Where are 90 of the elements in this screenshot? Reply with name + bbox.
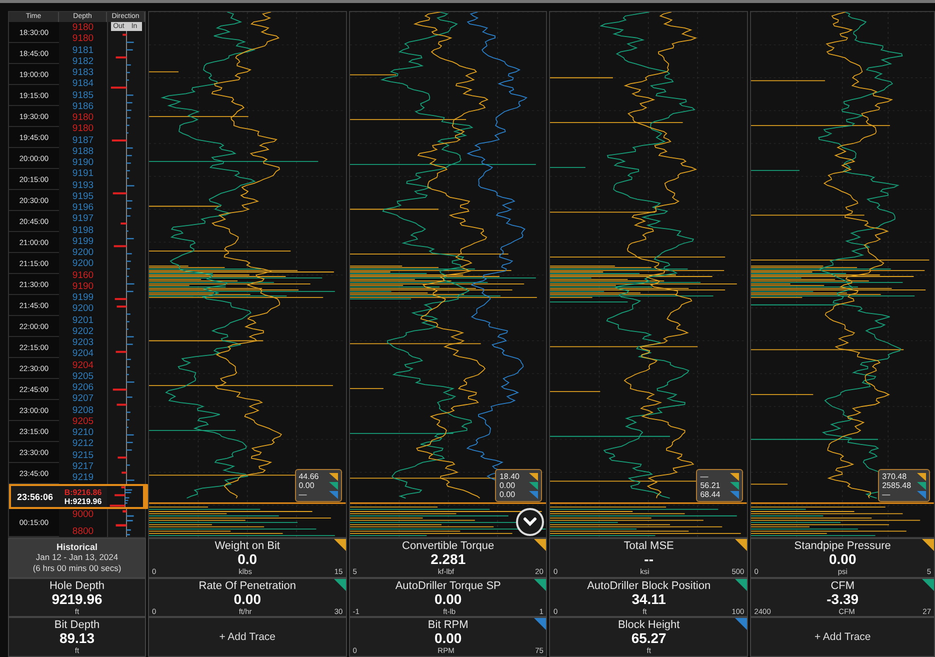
date-range: Jan 12 - Jan 13, 2024 — [36, 552, 118, 563]
chevron-down-icon — [523, 517, 538, 527]
gauge-name: CFM — [830, 580, 855, 592]
depth-label: 9207 — [72, 394, 94, 404]
gauge-value: -- — [644, 552, 654, 567]
readout-value: 89.13 — [59, 631, 95, 646]
duration-text: (6 hrs 00 mins 00 secs) — [32, 562, 122, 574]
readout-name: Bit Depth — [54, 619, 100, 632]
depth-label: 9180 — [72, 34, 94, 44]
readout-value: 9219.96 — [52, 592, 102, 606]
depth-label: 9217 — [72, 462, 94, 472]
depth-label: 9203 — [72, 338, 94, 348]
depth-label: 9204 — [72, 360, 94, 370]
gauge-name: Standpipe Pressure — [794, 540, 891, 552]
depth-label: 9215 — [72, 450, 94, 460]
gauge-value: 34.11 — [632, 592, 666, 606]
depth-cursor[interactable]: 23:56:06 B:9216.86 H:9219.96 — [9, 484, 145, 509]
depth-label: 9180 — [72, 23, 94, 32]
bit-depth-reading: B:9216.86 — [64, 488, 102, 496]
depth-label: 9202 — [72, 326, 94, 336]
gauge-name: Weight on Bit — [214, 540, 280, 552]
legend-value: 44.66 — [298, 472, 320, 481]
gauge-name: Rate Of Penetration — [198, 580, 296, 592]
gauge-value: 0.00 — [434, 592, 462, 606]
gauge-name: AutoDriller Torque SP — [395, 580, 501, 592]
depth-label: 9191 — [72, 169, 94, 179]
depth-label: 9190 — [72, 158, 94, 168]
depth-label: 9183 — [72, 68, 94, 78]
depth-label: 9204 — [72, 349, 94, 359]
depth-label: 9200 — [72, 259, 94, 269]
legend-value: 0.00 — [298, 481, 316, 490]
depth-label: 9180 — [72, 124, 94, 134]
gauge-value: 0.00 — [234, 592, 261, 606]
depth-label: 9186 — [72, 102, 94, 112]
gauge-name: Convertible Torque — [402, 540, 494, 552]
gauge-name: Total MSE — [624, 540, 674, 552]
depth-label: 9205 — [72, 372, 94, 382]
depth-label: 9200 — [72, 248, 94, 258]
gauge-value: 0.00 — [434, 631, 462, 646]
legend-value: 2585.48 — [882, 481, 912, 490]
depth-label: 9187 — [72, 136, 94, 145]
depth-label: 9182 — [72, 56, 94, 66]
depth-label: 9199 — [72, 293, 94, 302]
gauge-value: 0.00 — [828, 552, 856, 567]
legend-value: 0.00 — [499, 490, 516, 499]
depth-label: 9195 — [72, 192, 94, 202]
gauge-value: 65.27 — [631, 631, 666, 646]
depth-label: 9181 — [72, 46, 94, 55]
depth-label: 9180 — [72, 113, 94, 122]
depth-label: 9196 — [72, 203, 94, 212]
depth-label: 9197 — [72, 214, 94, 224]
depth-label: 9205 — [72, 416, 94, 426]
gauge-name: AutoDriller Block Position — [587, 580, 711, 592]
depth-label: 9185 — [72, 90, 94, 100]
depth-label: 9184 — [72, 79, 94, 89]
depth-label: 9201 — [72, 316, 94, 325]
scroll-down-button[interactable] — [516, 508, 544, 536]
gauge-name: Block Height — [618, 619, 680, 632]
gauge-value: -3.39 — [826, 592, 859, 606]
mode-title: Historical — [56, 542, 98, 552]
gauge-value: 2.281 — [430, 552, 466, 567]
hole-depth-reading: H:9219.96 — [64, 496, 102, 506]
legend-value: 18.40 — [499, 472, 520, 481]
gauge-name: Bit RPM — [428, 619, 468, 632]
legend-value: 56.21 — [700, 481, 722, 490]
depth-label: 9219 — [72, 473, 94, 482]
legend-value: 68.44 — [700, 490, 722, 499]
depth-label: 9210 — [72, 428, 94, 438]
depth-label: 9000 — [72, 510, 94, 520]
legend-value: — — [298, 490, 308, 499]
depth-label: 9193 — [72, 180, 94, 190]
legend-value: 370.48 — [882, 472, 907, 481]
legend-value: — — [882, 490, 892, 499]
depth-label: 9212 — [72, 439, 94, 449]
depth-label: 9199 — [72, 236, 94, 246]
depth-label: 9200 — [72, 304, 94, 314]
depth-label: 9198 — [72, 226, 94, 235]
readout-name: Hole Depth — [49, 580, 105, 592]
legend-value: — — [700, 472, 710, 481]
depth-label: 9160 — [72, 270, 94, 280]
depth-label: 9190 — [72, 282, 94, 292]
depth-label: 8800 — [72, 526, 94, 536]
depth-label: 9206 — [72, 383, 94, 392]
add-trace-button[interactable]: + Add Trace — [750, 617, 935, 657]
cursor-time: 23:56:06 — [11, 486, 59, 507]
gauge-value: 0.0 — [238, 552, 258, 567]
depth-label: 9208 — [72, 406, 94, 415]
add-trace-button[interactable]: + Add Trace — [148, 617, 347, 657]
depth-label: 9188 — [72, 146, 94, 156]
legend-value: 0.00 — [499, 481, 516, 490]
